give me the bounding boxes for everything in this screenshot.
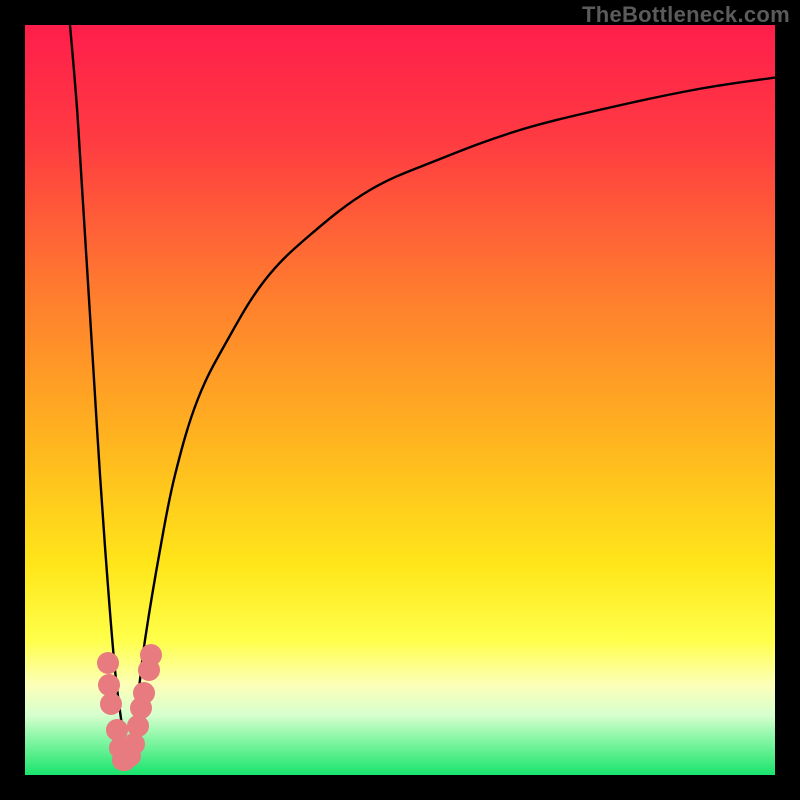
curve-layer bbox=[25, 25, 775, 775]
watermark-text: TheBottleneck.com bbox=[582, 2, 790, 28]
data-point bbox=[133, 682, 155, 704]
curve-left-branch bbox=[70, 25, 126, 760]
chart-frame: TheBottleneck.com bbox=[0, 0, 800, 800]
curve-right-branch bbox=[126, 78, 775, 761]
data-point bbox=[97, 652, 119, 674]
data-point bbox=[100, 693, 122, 715]
data-point bbox=[140, 644, 162, 666]
plot-area bbox=[25, 25, 775, 775]
